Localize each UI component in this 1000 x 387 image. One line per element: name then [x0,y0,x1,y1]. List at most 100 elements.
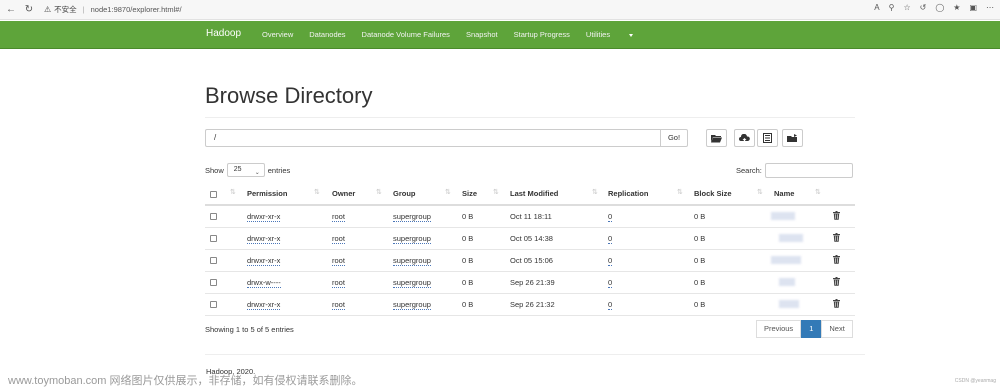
row-checkbox[interactable] [210,279,217,286]
delete-button[interactable] [833,211,840,222]
modified-cell: Oct 11 18:11 [510,212,552,221]
header-name[interactable]: Name [774,189,794,198]
directory-path-input[interactable]: / [205,129,661,147]
header-block-size[interactable]: Block Size [694,189,732,198]
delete-button[interactable] [833,299,840,310]
favorites-list-icon[interactable]: ★ [953,3,960,12]
delete-button[interactable] [833,233,840,244]
delete-button[interactable] [833,255,840,266]
refresh-extension-icon[interactable]: ↺ [920,3,927,12]
owner-cell: root [332,256,345,266]
back-icon[interactable]: ← [4,3,18,17]
replication-cell[interactable]: 0 [608,234,613,244]
next-button[interactable]: Next [821,320,853,338]
sort-icon[interactable]: ⇅ [592,188,598,196]
block-size-cell: 0 B [694,234,706,243]
entries-select[interactable]: 25 ⌄ [226,163,265,177]
search-control: Search: [736,163,853,178]
size-cell: 0 B [462,212,474,221]
replication-cell[interactable]: 0 [608,278,613,288]
table-row: drwxr-xr-x root supergroup 0 B Sep 26 21:32 0… [205,294,855,316]
nav-utilities[interactable]: Utilities [586,30,649,39]
url-text[interactable]: node1:9870/explorer.html#/ [91,5,182,14]
warning-icon: ⚠ [44,5,52,14]
delete-button[interactable] [833,277,840,288]
go-button[interactable]: Go! [660,129,688,147]
read-aloud-icon[interactable]: A [874,3,879,12]
browser-toolbar: ← ↻ ⚠ 不安全 | node1:9870/explorer.html#/ A… [0,0,1000,20]
select-all-checkbox[interactable] [210,191,217,198]
sort-icon[interactable]: ⇅ [815,188,821,196]
replication-cell[interactable]: 0 [608,212,613,222]
nav-datanodes[interactable]: Datanodes [309,30,345,39]
credit-text: CSDN @yeanmag [954,378,996,384]
permission-cell[interactable]: drwxr-xr-x [247,300,281,310]
reload-icon[interactable]: ↻ [22,3,36,17]
header-replication[interactable]: Replication [608,189,648,198]
modified-cell: Oct 05 15:06 [510,256,553,265]
table-row: drwx-w---- root supergroup 0 B Sep 26 21:39 0… [205,272,855,294]
browser-tools: A ⚲ ☆ ↺ ◯ ★ ▣ ⋯ [874,3,994,12]
header-last-modified[interactable]: Last Modified [510,189,558,198]
more-icon[interactable]: ⋯ [986,3,994,12]
favorite-icon[interactable]: ☆ [903,3,910,12]
folder-open-icon [711,134,722,142]
entries-label: entries [267,165,291,175]
sort-icon[interactable]: ⇅ [757,188,763,196]
page-1-button[interactable]: 1 [801,320,822,338]
permission-cell[interactable]: drwxr-xr-x [247,212,281,222]
row-checkbox[interactable] [210,301,217,308]
previous-button[interactable]: Previous [756,320,802,338]
address-bar[interactable]: ⚠ 不安全 | node1:9870/explorer.html#/ [44,4,182,15]
group-cell: supergroup [393,278,431,288]
sort-icon[interactable]: ⇅ [677,188,683,196]
trash-icon [833,233,840,242]
brand-link[interactable]: Hadoop [206,28,241,39]
permission-cell[interactable]: drwxr-xr-x [247,234,281,244]
nav-overview[interactable]: Overview [262,30,293,39]
create-directory-button[interactable] [706,129,727,147]
permission-cell[interactable]: drwx-w---- [247,278,281,288]
show-label: Show [205,165,224,175]
replication-cell[interactable]: 0 [608,300,613,310]
permission-cell[interactable]: drwxr-xr-x [247,256,281,266]
entries-value: 25 [233,166,242,173]
sort-icon[interactable]: ⇅ [230,188,236,196]
name-cell-redacted[interactable] [779,300,799,308]
block-size-cell: 0 B [694,278,706,287]
name-cell-redacted[interactable] [779,234,803,242]
collections-icon[interactable]: ▣ [969,3,977,12]
sort-icon[interactable]: ⇅ [445,188,451,196]
row-checkbox[interactable] [210,213,217,220]
size-cell: 0 B [462,234,474,243]
header-owner[interactable]: Owner [332,189,355,198]
header-group[interactable]: Group [393,189,416,198]
search-input[interactable] [764,163,853,178]
replication-cell[interactable]: 0 [608,256,613,266]
nav-startup-progress[interactable]: Startup Progress [514,30,570,39]
sort-icon[interactable]: ⇅ [376,188,382,196]
table-header: ⇅ Permission ⇅ Owner ⇅ Group ⇅ Size ⇅ La… [205,184,855,206]
page-title: Browse Directory [205,83,373,108]
name-cell-redacted[interactable] [779,278,795,286]
nav-snapshot[interactable]: Snapshot [466,30,498,39]
table-info: Showing 1 to 5 of 5 entries [205,325,294,334]
name-cell-redacted[interactable] [771,212,795,220]
row-checkbox[interactable] [210,257,217,264]
sort-icon[interactable]: ⇅ [493,188,499,196]
sort-icon[interactable]: ⇅ [314,188,320,196]
search-label: Search: [736,166,762,175]
zoom-icon[interactable]: ⚲ [889,3,895,12]
row-checkbox[interactable] [210,235,217,242]
cut-button[interactable] [757,129,778,147]
nav-volume-failures[interactable]: Datanode Volume Failures [362,30,450,39]
trash-icon [833,277,840,286]
extension-icon[interactable]: ◯ [935,3,944,12]
paste-button[interactable] [782,129,803,147]
name-cell-redacted[interactable] [771,256,801,264]
upload-files-button[interactable] [734,129,755,147]
group-cell: supergroup [393,212,431,222]
header-permission[interactable]: Permission [247,189,287,198]
header-size[interactable]: Size [462,189,477,198]
owner-cell: root [332,300,345,310]
